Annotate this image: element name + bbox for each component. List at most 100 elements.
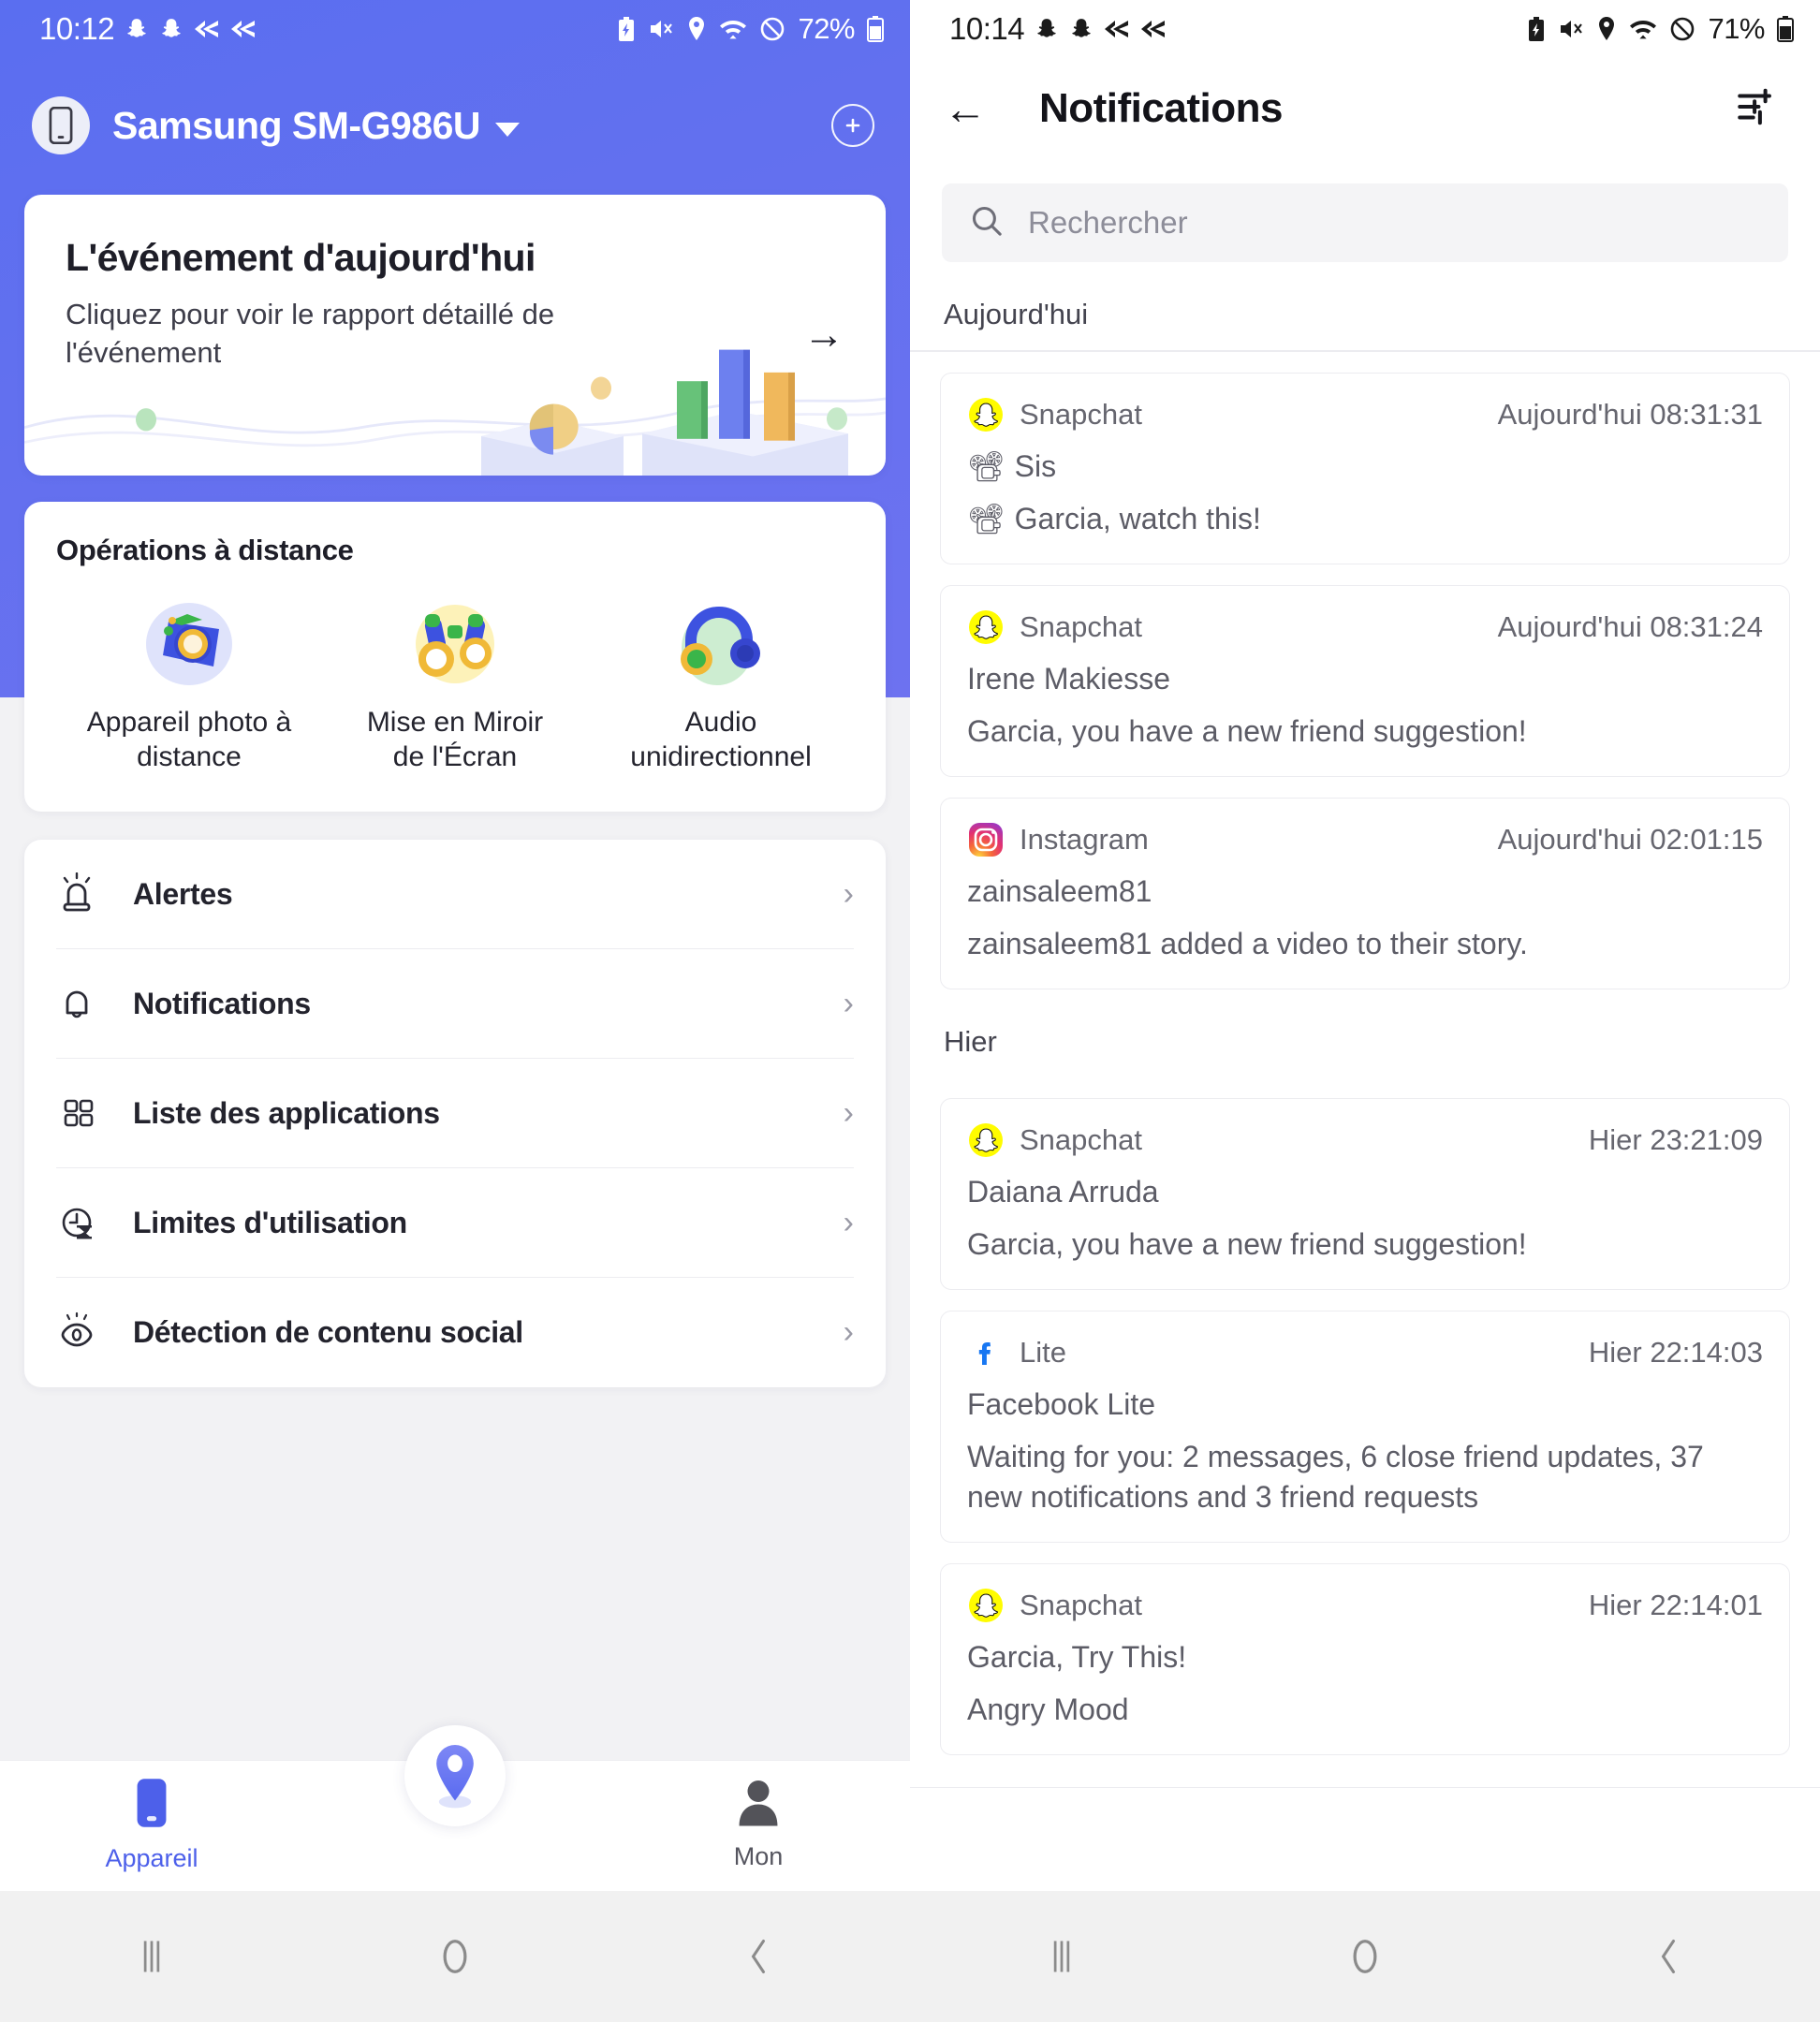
tab-location[interactable] — [303, 1725, 607, 1826]
headphones-icon — [660, 592, 782, 693]
notification-timestamp: Hier 22:14:03 — [1588, 1335, 1763, 1369]
notification-card-header: Instagram Aujourd'hui 02:01:15 — [967, 821, 1763, 858]
notification-card-header: Lite Hier 22:14:03 — [967, 1334, 1763, 1371]
menu-item-label: Notifications — [133, 986, 311, 1020]
notification-timestamp: Aujourd'hui 02:01:15 — [1497, 822, 1763, 856]
remote-item-label: Audio unidirectionnel — [630, 707, 812, 772]
remote-item-camera[interactable]: Appareil photo à distance — [56, 592, 322, 774]
apps-grid-icon — [56, 1092, 116, 1135]
rewind-icon — [230, 19, 257, 39]
todays-event-card[interactable]: L'événement d'aujourd'hui Cliquez pour v… — [24, 195, 886, 476]
recents-icon[interactable] — [910, 1936, 1213, 1977]
status-bar-left-group: 10:12 — [39, 11, 257, 47]
battery-percent: 71% — [1708, 12, 1765, 45]
rewind-icon — [1140, 19, 1167, 39]
notification-card[interactable]: Instagram Aujourd'hui 02:01:15 zainsalee… — [940, 797, 1790, 989]
notification-timestamp: Aujourd'hui 08:31:24 — [1497, 609, 1763, 643]
chart-illustration — [24, 349, 886, 476]
notification-app-name: Snapchat — [1020, 609, 1142, 643]
snapchat-ghost-icon — [1069, 17, 1093, 41]
phone-icon — [136, 1778, 168, 1833]
bell-icon — [56, 982, 116, 1025]
remote-item-audio[interactable]: Audio unidirectionnel — [588, 592, 854, 774]
snapchat-icon — [967, 1587, 1005, 1624]
recents-icon[interactable] — [0, 1936, 303, 1977]
search-input[interactable]: Rechercher — [942, 183, 1788, 262]
snapchat-ghost-icon — [1035, 17, 1059, 41]
battery-icon — [1777, 16, 1794, 42]
right-pane-notifications: 10:14 71% ← Notifications Rechercher Auj… — [910, 0, 1820, 1891]
wifi-icon — [1629, 16, 1657, 42]
menu-item-notifications[interactable]: Notifications › — [56, 949, 854, 1060]
page-title: Notifications — [1039, 85, 1283, 131]
status-bar-left: 10:12 72% — [0, 0, 910, 58]
back-icon[interactable] — [607, 1936, 910, 1977]
person-icon — [737, 1778, 780, 1831]
status-time: 10:14 — [949, 11, 1025, 46]
section-header-today: Aujourd'hui — [944, 298, 1089, 330]
back-icon[interactable] — [1517, 1936, 1820, 1977]
camera-icon — [128, 592, 250, 693]
notification-app-name: Lite — [1020, 1335, 1066, 1369]
remote-item-label: Appareil photo à distance — [86, 707, 292, 772]
tab-label: Mon — [733, 1842, 784, 1870]
notification-body-line: Garcia, you have a new friend suggestion… — [967, 714, 1527, 749]
search-section: Rechercher — [910, 159, 1820, 262]
section-header-yesterday: Hier — [944, 1024, 997, 1058]
notification-card-header: Snapchat Hier 22:14:01 — [967, 1587, 1763, 1624]
notification-title-line: Irene Makiesse — [967, 661, 1170, 696]
binoculars-icon — [394, 592, 516, 693]
menu-item-liste-applications[interactable]: Liste des applications › — [56, 1059, 854, 1169]
notification-app-name: Snapchat — [1020, 397, 1142, 431]
dnd-icon — [1669, 16, 1695, 42]
rewind-icon — [194, 19, 220, 39]
notification-card[interactable]: Snapchat Hier 23:21:09 Daiana Arruda Gar… — [940, 1097, 1790, 1290]
notification-timestamp: Aujourd'hui 08:31:31 — [1497, 397, 1763, 431]
tab-label: Appareil — [105, 1844, 198, 1872]
notification-title-line: Garcia, Try This! — [967, 1639, 1187, 1674]
mute-icon — [648, 17, 674, 41]
menu-item-detection-contenu-social[interactable]: Détection de contenu social › — [56, 1278, 854, 1387]
home-icon[interactable] — [1213, 1936, 1517, 1977]
location-pin-icon[interactable] — [404, 1725, 506, 1826]
mute-icon — [1558, 17, 1584, 41]
notification-body-line: Waiting for you: 2 messages, 6 close fri… — [967, 1440, 1704, 1514]
android-navigation-bar — [0, 1891, 1820, 2022]
back-arrow-icon[interactable]: ← — [944, 87, 998, 130]
menu-item-alertes[interactable]: Alertes › — [56, 840, 854, 950]
chevron-right-icon: › — [843, 985, 854, 1021]
remote-operations-grid: Appareil photo à distance Mise en Miroir… — [56, 592, 854, 774]
remote-item-screen-mirror[interactable]: Mise en Miroir de l'Écran — [322, 592, 588, 774]
tab-appareil[interactable]: Appareil — [0, 1761, 303, 1873]
device-selector-row[interactable]: Samsung SM-G986U — [0, 58, 910, 170]
notification-card[interactable]: Snapchat Aujourd'hui 08:31:31 📽 Sis 📽 Ga… — [940, 372, 1790, 564]
device-name-label: Samsung SM-G986U — [112, 103, 481, 147]
status-bar-right: 10:14 71% — [910, 0, 1820, 58]
status-bar-right-group: 71% — [1527, 12, 1794, 46]
feature-menu-card: Alertes › Notifications › Liste des appl… — [24, 840, 886, 1388]
home-icon[interactable] — [303, 1936, 607, 1977]
notification-app-name: Snapchat — [1020, 1122, 1142, 1156]
notification-title-line: zainsaleem81 — [967, 873, 1152, 908]
search-icon — [970, 204, 1004, 242]
notification-card-header: Snapchat Hier 23:21:09 — [967, 1121, 1763, 1159]
menu-item-limites-utilisation[interactable]: Limites d'utilisation › — [56, 1168, 854, 1279]
tune-filter-icon[interactable] — [1736, 87, 1779, 131]
notification-title-line: Facebook Lite — [967, 1386, 1156, 1421]
notification-card-header: Snapchat Aujourd'hui 08:31:24 — [967, 608, 1763, 646]
snapchat-icon — [967, 608, 1005, 646]
screenshot-root: 10:12 72% Samsung SM-G986U L'événement d… — [0, 0, 1820, 2022]
chevron-right-icon: › — [843, 1314, 854, 1351]
add-device-button[interactable] — [831, 104, 874, 147]
notification-card[interactable]: Lite Hier 22:14:03 Facebook Lite Waiting… — [940, 1310, 1790, 1543]
tab-mon[interactable]: Mon — [607, 1761, 910, 1871]
snapchat-ghost-icon — [125, 17, 149, 41]
dnd-icon — [759, 16, 785, 42]
notification-card[interactable]: Snapchat Aujourd'hui 08:31:24 Irene Maki… — [940, 584, 1790, 777]
notification-list-today: Snapchat Aujourd'hui 08:31:31 📽 Sis 📽 Ga… — [910, 372, 1820, 989]
notification-card[interactable]: Snapchat Hier 22:14:01 Garcia, Try This!… — [940, 1562, 1790, 1755]
snapchat-ghost-icon — [159, 17, 183, 41]
chevron-down-icon[interactable] — [495, 122, 520, 137]
notification-body-line: zainsaleem81 added a video to their stor… — [967, 927, 1528, 961]
android-nav-right — [910, 1891, 1820, 2022]
